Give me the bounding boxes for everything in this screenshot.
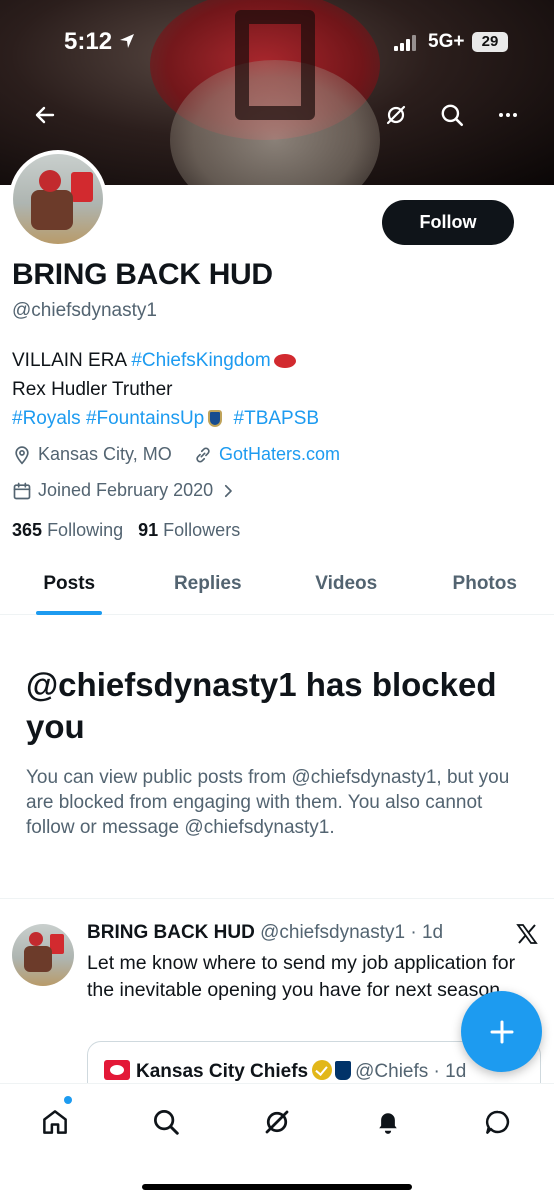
search-button[interactable] bbox=[432, 95, 472, 135]
location-arrow-icon bbox=[118, 32, 136, 55]
avatar-figure-art bbox=[24, 946, 52, 972]
chiefs-logo-icon bbox=[273, 353, 296, 368]
bio-text: VILLAIN ERA bbox=[12, 350, 132, 371]
divider bbox=[0, 898, 554, 899]
chiefs-logo-icon bbox=[104, 1060, 130, 1080]
plus-icon bbox=[490, 1020, 513, 1043]
compose-button[interactable] bbox=[461, 991, 542, 1072]
follow-counts: 365 Following 91 Followers bbox=[12, 520, 240, 541]
avatar-flag-art bbox=[71, 172, 93, 202]
profile-location: Kansas City, MO bbox=[12, 444, 172, 465]
tab-label: Photos bbox=[452, 573, 517, 594]
tab-posts[interactable]: Posts bbox=[0, 553, 139, 615]
verified-badge-icon bbox=[312, 1060, 333, 1080]
profile-tabs: Posts Replies Videos Photos bbox=[0, 553, 554, 615]
status-time: 5:12 bbox=[64, 28, 113, 55]
tab-replies[interactable]: Replies bbox=[139, 553, 278, 614]
status-bar: 5:12 5G+ 29 bbox=[0, 0, 554, 84]
avatar-head-art bbox=[29, 932, 43, 946]
calendar-icon bbox=[13, 482, 31, 499]
followers-link[interactable]: 91 Followers bbox=[138, 520, 240, 540]
nav-notifications[interactable] bbox=[368, 1102, 408, 1142]
profile-handle: @chiefsdynasty1 bbox=[12, 300, 157, 321]
tab-label: Videos bbox=[315, 573, 378, 594]
tweet-header: BRING BACK HUD @chiefsdynasty1 · 1d bbox=[87, 922, 443, 944]
website-link[interactable]: GotHaters.com bbox=[219, 444, 340, 465]
hashtag-link[interactable]: #ChiefsKingdom bbox=[131, 350, 270, 371]
arrow-left-icon bbox=[35, 106, 55, 124]
profile-joined[interactable]: Joined February 2020 bbox=[12, 480, 243, 501]
tweet-author-handle[interactable]: @chiefsdynasty1 bbox=[260, 922, 405, 943]
tab-videos[interactable]: Videos bbox=[277, 553, 416, 614]
tab-label: Replies bbox=[173, 573, 242, 594]
tweet-age: 1d bbox=[421, 922, 444, 943]
profile-website[interactable]: GotHaters.com bbox=[193, 444, 340, 465]
nav-search[interactable] bbox=[146, 1102, 186, 1142]
followers-count: 91 bbox=[138, 520, 159, 540]
tab-photos[interactable]: Photos bbox=[416, 553, 554, 614]
avatar-flag-art bbox=[50, 934, 64, 954]
following-count: 365 bbox=[12, 520, 43, 540]
grok-button[interactable] bbox=[376, 95, 416, 135]
search-icon bbox=[441, 104, 464, 127]
joined-text: Joined February 2020 bbox=[38, 480, 214, 500]
battery-level: 29 bbox=[472, 32, 508, 52]
message-icon bbox=[485, 1110, 510, 1134]
avatar-head-art bbox=[39, 170, 61, 192]
avatar-image bbox=[13, 154, 103, 244]
tweet-text: Let me know where to send my job applica… bbox=[87, 952, 516, 1001]
quote-separator: · bbox=[428, 1061, 446, 1082]
nav-messages[interactable] bbox=[478, 1102, 518, 1142]
bell-icon bbox=[379, 1113, 397, 1134]
nav-home[interactable] bbox=[35, 1102, 75, 1142]
quote-author-name: Kansas City Chiefs bbox=[136, 1061, 309, 1082]
grok-icon bbox=[265, 1110, 289, 1134]
tweet-separator: · bbox=[405, 922, 422, 943]
link-icon bbox=[196, 446, 210, 463]
hashtag-link[interactable]: #FountainsUp bbox=[86, 408, 204, 429]
home-icon bbox=[43, 1110, 67, 1134]
notification-dot bbox=[64, 1096, 72, 1104]
avatar-figure-art bbox=[31, 190, 73, 230]
x-logo-icon bbox=[514, 922, 540, 951]
followers-label: Followers bbox=[163, 520, 241, 540]
nfl-badge-icon bbox=[335, 1061, 352, 1080]
profile-bio: VILLAIN ERA #ChiefsKingdom Rex Hudler Tr… bbox=[12, 346, 542, 433]
grok-icon bbox=[386, 105, 406, 125]
bottom-nav bbox=[0, 1083, 554, 1200]
more-button[interactable] bbox=[488, 95, 528, 135]
hashtag-link[interactable]: #TBAPSB bbox=[234, 408, 320, 429]
tweet-author-name[interactable]: BRING BACK HUD bbox=[87, 922, 255, 943]
nav-grok[interactable] bbox=[257, 1102, 297, 1142]
search-icon bbox=[154, 1110, 179, 1135]
tweet-avatar[interactable] bbox=[12, 924, 74, 986]
following-label: Following bbox=[47, 520, 124, 540]
blocked-description: You can view public posts from @chiefsdy… bbox=[26, 767, 510, 838]
tab-label: Posts bbox=[43, 573, 96, 594]
hashtag-link[interactable]: #Royals bbox=[12, 408, 81, 429]
follow-button[interactable]: Follow bbox=[382, 200, 514, 245]
chevron-right-icon bbox=[225, 484, 232, 497]
following-link[interactable]: 365 Following bbox=[12, 520, 123, 540]
active-tab-indicator bbox=[36, 611, 103, 615]
quote-author-handle: @Chiefs bbox=[355, 1061, 429, 1082]
location-pin-icon bbox=[15, 445, 29, 465]
signal-icon bbox=[394, 35, 420, 56]
location-text: Kansas City, MO bbox=[38, 444, 172, 464]
home-indicator bbox=[142, 1184, 412, 1190]
profile-display-name: BRING BACK HUD bbox=[12, 258, 273, 291]
network-type: 5G+ bbox=[428, 31, 465, 52]
royals-logo-icon bbox=[208, 410, 223, 428]
quote-age: 1d bbox=[445, 1061, 467, 1082]
blocked-title: @chiefsdynasty1 has blocked you bbox=[26, 666, 497, 745]
more-horizontal-icon bbox=[499, 113, 517, 117]
profile-avatar[interactable] bbox=[9, 150, 107, 248]
bio-text: Rex Hudler Truther bbox=[12, 379, 173, 400]
back-button[interactable] bbox=[25, 95, 65, 135]
